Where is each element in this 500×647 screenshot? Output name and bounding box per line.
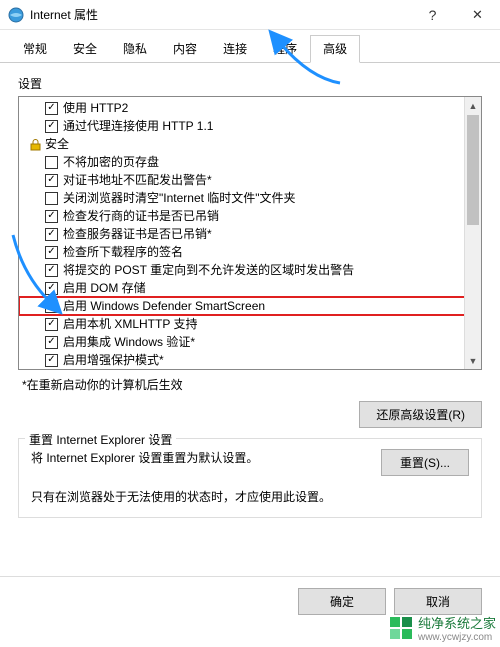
list-item[interactable]: 通过代理连接使用 HTTP 1.1 xyxy=(19,117,481,135)
reset-button[interactable]: 重置(S)... xyxy=(381,449,469,476)
tab-advanced[interactable]: 高级 xyxy=(310,35,360,63)
divider xyxy=(0,576,500,577)
tab-connections[interactable]: 连接 xyxy=(210,35,260,63)
checkbox[interactable] xyxy=(45,246,58,259)
ok-button[interactable]: 确定 xyxy=(298,588,386,615)
list-item-label: 检查发行商的证书是否已吊销 xyxy=(63,207,219,225)
list-item-label: 启用增强保护模式* xyxy=(63,351,164,369)
list-item[interactable]: 启用 Windows Defender SmartScreen xyxy=(19,297,481,315)
checkbox[interactable] xyxy=(45,336,58,349)
restore-advanced-button[interactable]: 还原高级设置(R) xyxy=(359,401,482,428)
reset-fieldset-label: 重置 Internet Explorer 设置 xyxy=(25,431,176,448)
list-item-label: 启用 DOM 存储 xyxy=(63,279,146,297)
cancel-button[interactable]: 取消 xyxy=(394,588,482,615)
checkbox[interactable] xyxy=(45,192,58,205)
internet-options-icon xyxy=(8,7,24,23)
checkbox[interactable] xyxy=(45,120,58,133)
list-item[interactable]: 不将加密的页存盘 xyxy=(19,153,481,171)
checkbox[interactable] xyxy=(45,318,58,331)
checkbox[interactable] xyxy=(45,210,58,223)
checkbox[interactable] xyxy=(45,228,58,241)
list-item[interactable]: 启用集成 Windows 验证* xyxy=(19,333,481,351)
list-item[interactable]: 对证书地址不匹配发出警告* xyxy=(19,171,481,189)
close-button[interactable]: ✕ xyxy=(455,0,500,30)
list-item-label: 安全 xyxy=(45,135,69,153)
restart-note: *在重新启动你的计算机后生效 xyxy=(22,376,482,393)
list-item-label: 检查所下载程序的签名 xyxy=(63,243,183,261)
list-item-label: 将提交的 POST 重定向到不允许发送的区域时发出警告 xyxy=(63,261,354,279)
watermark-logo-icon xyxy=(390,617,412,639)
list-item-label: 使用 HTTP2 xyxy=(63,99,128,117)
list-item-label: 启用 Windows Defender SmartScreen xyxy=(63,297,265,315)
checkbox[interactable] xyxy=(45,300,58,313)
scrollbar[interactable]: ▲ ▼ xyxy=(464,97,481,369)
tab-programs[interactable]: 程序 xyxy=(260,35,310,63)
tabs: 常规 安全 隐私 内容 连接 程序 高级 xyxy=(0,30,500,63)
checkbox[interactable] xyxy=(45,282,58,295)
tab-general[interactable]: 常规 xyxy=(10,35,60,63)
tab-content[interactable]: 内容 xyxy=(160,35,210,63)
checkbox[interactable] xyxy=(45,264,58,277)
list-item-label: 不将加密的页存盘 xyxy=(63,153,159,171)
reset-text: 将 Internet Explorer 设置重置为默认设置。 xyxy=(31,449,371,466)
reset-note: 只有在浏览器处于无法使用的状态时，才应使用此设置。 xyxy=(31,488,469,505)
titlebar: Internet 属性 ? ✕ xyxy=(0,0,500,30)
checkbox[interactable] xyxy=(45,156,58,169)
list-item[interactable]: 使用 HTTP2 xyxy=(19,99,481,117)
list-item-label: 启用集成 Windows 验证* xyxy=(63,333,195,351)
list-item-label: 启用本机 XMLHTTP 支持 xyxy=(63,315,197,333)
list-item[interactable]: 检查服务器证书是否已吊销* xyxy=(19,225,481,243)
reset-fieldset: 重置 Internet Explorer 设置 将 Internet Explo… xyxy=(18,438,482,518)
checkbox[interactable] xyxy=(45,174,58,187)
list-item[interactable]: 启用本机 XMLHTTP 支持 xyxy=(19,315,481,333)
lock-icon xyxy=(29,138,42,151)
watermark: 纯净系统之家 www.ycwjzy.com xyxy=(390,613,496,643)
scroll-thumb[interactable] xyxy=(467,115,479,225)
list-item-label: 关闭浏览器时清空"Internet 临时文件"文件夹 xyxy=(63,189,296,207)
list-item-label: 检查服务器证书是否已吊销* xyxy=(63,225,212,243)
list-item[interactable]: 检查发行商的证书是否已吊销 xyxy=(19,207,481,225)
list-item[interactable]: 检查所下载程序的签名 xyxy=(19,243,481,261)
list-item-label: 通过代理连接使用 HTTP 1.1 xyxy=(63,117,213,135)
watermark-url: www.ycwjzy.com xyxy=(418,632,496,643)
list-item-label: 对证书地址不匹配发出警告* xyxy=(63,171,212,189)
settings-listbox[interactable]: 使用 HTTP2通过代理连接使用 HTTP 1.1安全不将加密的页存盘对证书地址… xyxy=(18,96,482,370)
window-title: Internet 属性 xyxy=(30,6,410,23)
list-item[interactable]: 将提交的 POST 重定向到不允许发送的区域时发出警告 xyxy=(19,261,481,279)
scroll-up-button[interactable]: ▲ xyxy=(465,97,481,114)
scroll-down-button[interactable]: ▼ xyxy=(465,352,481,369)
watermark-name: 纯净系统之家 xyxy=(418,613,496,632)
tab-security[interactable]: 安全 xyxy=(60,35,110,63)
tab-privacy[interactable]: 隐私 xyxy=(110,35,160,63)
list-item[interactable]: 启用增强保护模式* xyxy=(19,351,481,369)
list-item[interactable]: 关闭浏览器时清空"Internet 临时文件"文件夹 xyxy=(19,189,481,207)
help-button[interactable]: ? xyxy=(410,0,455,30)
checkbox[interactable] xyxy=(45,102,58,115)
settings-label: 设置 xyxy=(18,75,482,92)
list-item[interactable]: 启用 DOM 存储 xyxy=(19,279,481,297)
checkbox[interactable] xyxy=(45,354,58,367)
list-category: 安全 xyxy=(19,135,481,153)
